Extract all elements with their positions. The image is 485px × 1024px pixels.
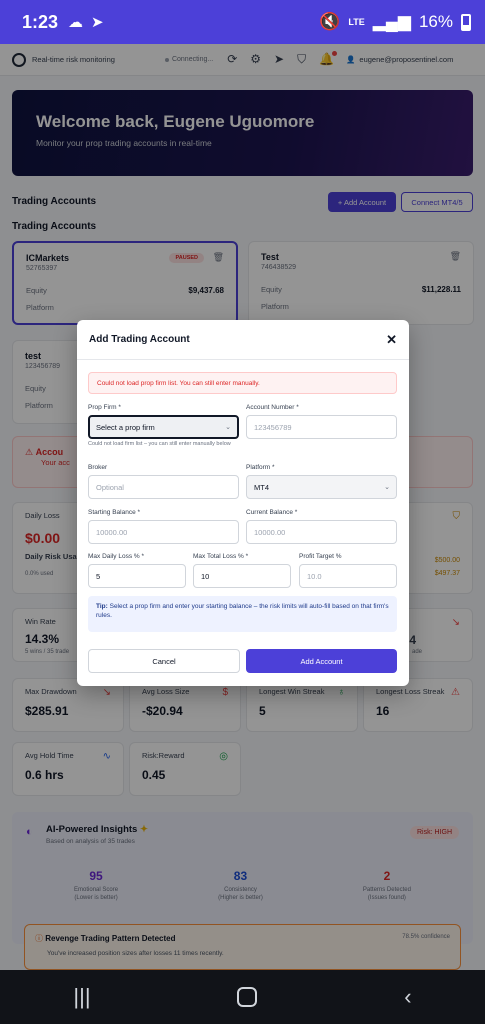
profit-target-label: Profit Target %	[299, 553, 342, 560]
status-right-icons: 🔇 LTE ▂▄▆ 16%	[319, 12, 471, 32]
back-icon[interactable]: ‹	[404, 984, 411, 1010]
home-icon[interactable]	[237, 987, 258, 1007]
tip-label: Tip:	[96, 603, 108, 610]
platform-select[interactable]: MT4 ⌄	[246, 475, 397, 499]
account-number-label: Account Number *	[246, 404, 299, 411]
add-account-modal: Add Trading Account ✕ Could not load pro…	[77, 320, 409, 686]
chevron-down-icon: ⌄	[225, 424, 231, 431]
broker-field[interactable]: Optional	[88, 475, 239, 499]
error-banner: Could not load prop firm list. You can s…	[88, 372, 397, 394]
tip-text: Select a prop firm and enter your starti…	[96, 603, 389, 619]
close-icon[interactable]: ✕	[386, 332, 397, 348]
profit-target-field[interactable]: 10.0	[299, 564, 397, 588]
max-daily-field[interactable]: 5	[88, 564, 186, 588]
modal-header: Add Trading Account ✕	[77, 320, 409, 360]
mute-icon: 🔇	[319, 12, 341, 31]
signal-icon: ▂▄▆	[372, 12, 411, 31]
telegram-icon: ➤	[91, 14, 104, 31]
starting-balance-field[interactable]: 10000.00	[88, 520, 239, 544]
modal-title: Add Trading Account	[89, 334, 190, 345]
current-balance-label: Current Balance *	[246, 509, 298, 516]
platform-value: MT4	[254, 482, 269, 492]
battery-percent: 16%	[418, 12, 453, 31]
prop-firm-value: Select a prop firm	[96, 422, 155, 432]
recents-icon[interactable]: |||	[73, 984, 90, 1010]
system-nav-bar: ||| ‹	[0, 970, 485, 1024]
max-total-label: Max Total Loss % *	[193, 553, 249, 560]
prop-firm-hint: Could not load firm list – you can still…	[88, 441, 231, 447]
tip-box: Tip: Select a prop firm and enter your s…	[88, 596, 397, 632]
add-account-submit-button[interactable]: Add Account	[246, 649, 397, 673]
battery-icon	[461, 13, 471, 31]
account-number-field[interactable]: 123456789	[246, 415, 397, 439]
network-type: LTE	[348, 16, 365, 27]
cloud-icon: ☁	[68, 14, 84, 31]
status-left-icons: ☁ ➤	[68, 13, 104, 31]
max-total-field[interactable]: 10	[193, 564, 291, 588]
cancel-button[interactable]: Cancel	[88, 649, 240, 673]
broker-label: Broker	[88, 464, 108, 471]
prop-firm-select[interactable]: Select a prop firm ⌄	[88, 415, 239, 439]
current-balance-field[interactable]: 10000.00	[246, 520, 397, 544]
starting-balance-label: Starting Balance *	[88, 509, 141, 516]
max-daily-label: Max Daily Loss % *	[88, 553, 144, 560]
platform-label: Platform *	[246, 464, 275, 471]
prop-firm-label: Prop Firm *	[88, 404, 121, 411]
chevron-down-icon: ⌄	[384, 484, 390, 491]
status-time: 1:23	[22, 11, 59, 32]
status-bar: 1:23 ☁ ➤ 🔇 LTE ▂▄▆ 16%	[0, 0, 485, 44]
